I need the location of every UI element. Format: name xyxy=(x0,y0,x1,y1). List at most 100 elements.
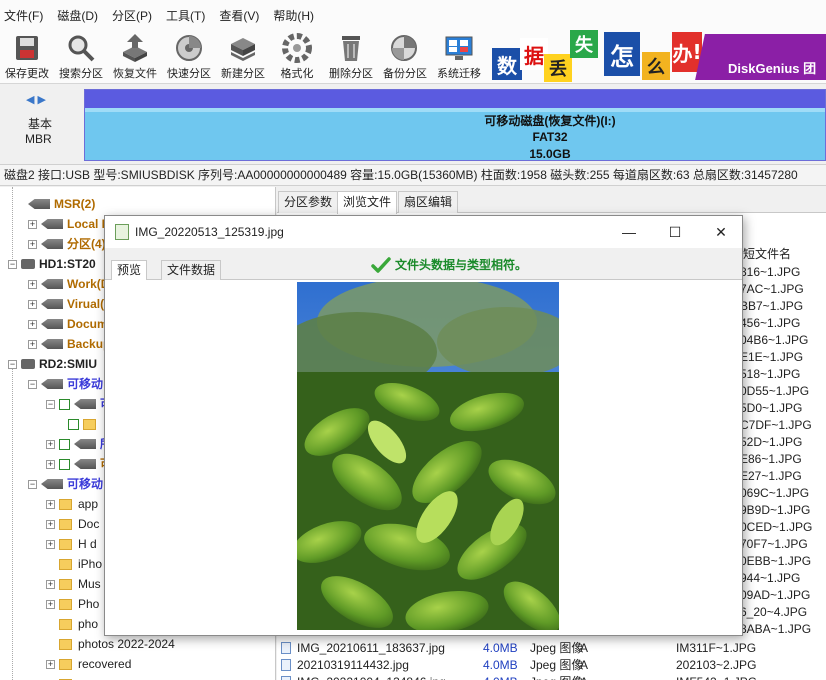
short-name-cell: 04B6~1.JPG xyxy=(740,333,809,347)
tree-node-sub-2[interactable]: +所 xyxy=(46,434,112,454)
tab-sector-edit[interactable]: 扇区编辑 xyxy=(398,191,459,213)
file-row[interactable]: IMG_20210611_183637.jpg 4.0MB Jpeg 图像 A IM31… xyxy=(281,640,786,657)
tree-node-msr[interactable]: MSR(2) xyxy=(28,194,95,214)
expand-icon[interactable]: + xyxy=(28,239,37,249)
tree-node-documents[interactable]: + Docum xyxy=(28,314,108,334)
backup-partition-button[interactable]: 备份分区 xyxy=(378,30,432,84)
tree-node-sub-3[interactable]: +可 xyxy=(46,454,112,474)
expand-icon[interactable]: + xyxy=(46,439,55,449)
tree-folder-photo[interactable]: + Pho xyxy=(46,594,99,614)
expand-icon[interactable]: + xyxy=(46,579,55,589)
tree-node-label: RD2:SMIU xyxy=(39,357,98,371)
brand-text: DiskGenius 团 xyxy=(728,61,817,76)
tree-folder-label: stats xyxy=(78,674,103,680)
search-partition-button[interactable]: 搜索分区 xyxy=(54,30,108,84)
menu-help[interactable]: 帮助(H) xyxy=(273,7,314,24)
tree-folder-stats[interactable]: +stats xyxy=(46,674,103,680)
expand-icon[interactable]: + xyxy=(46,519,55,529)
close-button[interactable]: ✕ xyxy=(698,216,744,248)
tree-node-partition4[interactable]: + 分区(4) xyxy=(28,234,106,254)
collapse-icon[interactable]: − xyxy=(46,399,55,409)
maximize-button[interactable]: ☐ xyxy=(652,216,698,248)
banner-char-5: 怎 xyxy=(610,42,634,71)
tree-node-backup[interactable]: + Backup xyxy=(28,334,110,354)
expand-icon[interactable]: + xyxy=(46,539,55,549)
file-type: Jpeg 图像 xyxy=(530,641,584,655)
menu-partition[interactable]: 分区(P) xyxy=(112,7,152,24)
tree-folder-doc[interactable]: + Doc xyxy=(46,514,99,534)
expand-icon[interactable]: + xyxy=(46,659,55,669)
collapse-icon[interactable]: − xyxy=(8,359,17,369)
expand-icon[interactable]: + xyxy=(28,299,37,309)
partition-bar[interactable]: 可移动磁盘(恢复文件)(I:) FAT32 15.0GB xyxy=(84,89,826,161)
partition-icon xyxy=(74,399,96,409)
expand-icon[interactable]: + xyxy=(28,319,37,329)
short-name-cell: 0EBB~1.JPG xyxy=(740,554,812,568)
tab-file-data[interactable]: 文件数据 xyxy=(161,260,222,280)
tab-partition-params[interactable]: 分区参数 xyxy=(278,191,339,213)
checkbox[interactable] xyxy=(59,438,70,450)
recover-icon xyxy=(123,34,147,62)
checkbox[interactable] xyxy=(68,418,79,430)
tree-folder-photos-2022[interactable]: photos 2022-2024 xyxy=(59,634,175,654)
partition-icon xyxy=(28,199,50,209)
expand-icon[interactable]: + xyxy=(28,279,37,289)
check-icon xyxy=(371,256,391,273)
tree-node-work[interactable]: + Work(D xyxy=(28,274,109,294)
tree-node-rd2[interactable]: − RD2:SMIU xyxy=(8,354,97,374)
system-migration-button[interactable]: 系统迁移 xyxy=(432,30,486,84)
menu-disk[interactable]: 磁盘(D) xyxy=(57,7,98,24)
minimize-button[interactable]: — xyxy=(606,216,652,248)
checkbox[interactable] xyxy=(59,458,70,470)
tree-folder-iphone[interactable]: iPho xyxy=(59,554,102,574)
tree-folder-pho[interactable]: pho xyxy=(59,614,98,634)
banner-tile-4: 失 xyxy=(570,30,598,58)
tree-folder-music[interactable]: + Mus xyxy=(46,574,101,594)
menu-view[interactable]: 查看(V) xyxy=(219,7,259,24)
tree-folder-app[interactable]: + app xyxy=(46,494,98,514)
collapse-icon[interactable]: − xyxy=(8,259,17,269)
menu-tools[interactable]: 工具(T) xyxy=(166,7,205,24)
file-name: 20210319114432.jpg xyxy=(297,658,409,672)
checkbox[interactable] xyxy=(59,398,70,410)
short-name-column-header[interactable]: 短文件名 xyxy=(743,245,791,262)
tree-node-local-d[interactable]: + Local D xyxy=(28,214,110,234)
expand-icon[interactable]: + xyxy=(46,459,55,469)
expand-icon[interactable]: + xyxy=(46,599,55,609)
search-partition-label: 搜索分区 xyxy=(59,68,103,80)
tree-node-sub-1[interactable]: −可 xyxy=(46,394,112,414)
new-partition-button[interactable]: 新建分区 xyxy=(216,30,270,84)
tree-node-removable-2[interactable]: − 可移动 xyxy=(28,474,103,494)
expand-icon[interactable]: + xyxy=(46,499,55,509)
tab-browse-files[interactable]: 浏览文件 xyxy=(337,191,398,214)
save-changes-button[interactable]: 保存更改 xyxy=(0,30,54,84)
tree-node-removable-1[interactable]: − 可移动 xyxy=(28,374,103,394)
tab-preview[interactable]: 预览 xyxy=(111,260,148,281)
expand-icon[interactable]: + xyxy=(28,219,37,229)
folder-icon xyxy=(59,498,72,510)
delete-partition-button[interactable]: 删除分区 xyxy=(324,30,378,84)
recover-files-button[interactable]: 恢复文件 xyxy=(108,30,162,84)
disk-nav-arrows[interactable]: ◀ ▶ xyxy=(26,93,46,106)
tree-folder-recovered[interactable]: + recovered xyxy=(46,654,131,674)
tree-node-hd1[interactable]: − HD1:ST20 xyxy=(8,254,96,274)
banner-tile-1: 数 xyxy=(492,48,522,80)
file-row[interactable]: IMG_20221004_134846.jpg4.0MBJpeg 图像AIMF5… xyxy=(281,674,786,680)
collapse-icon[interactable]: − xyxy=(28,379,37,389)
tree-folder-h[interactable]: + H d xyxy=(46,534,97,554)
close-icon: ✕ xyxy=(715,223,727,240)
promo-banner[interactable]: 数 据 丢 失 怎 么 办! DiskGenius 团 xyxy=(492,28,826,82)
tree-node-virual[interactable]: + Virual( xyxy=(28,294,104,314)
collapse-icon[interactable]: − xyxy=(28,479,37,489)
file-size: 4.0MB xyxy=(483,674,530,680)
quick-partition-button[interactable]: 快速分区 xyxy=(162,30,216,84)
format-button[interactable]: 格式化 xyxy=(270,30,324,84)
expand-icon[interactable]: + xyxy=(28,339,37,349)
banner-tile-5: 怎 xyxy=(604,32,640,76)
save-changes-label: 保存更改 xyxy=(5,68,49,80)
file-row[interactable]: 20210319114432.jpg 4.0MB Jpeg 图像 A 202103~2.… xyxy=(281,657,786,674)
folder-icon xyxy=(59,538,72,550)
menu-file[interactable]: 文件(F) xyxy=(4,7,43,24)
dialog-title-bar[interactable]: IMG_20220513_125319.jpg — ☐ ✕ xyxy=(105,216,742,248)
tree-node-sub-folder[interactable] xyxy=(68,414,102,434)
